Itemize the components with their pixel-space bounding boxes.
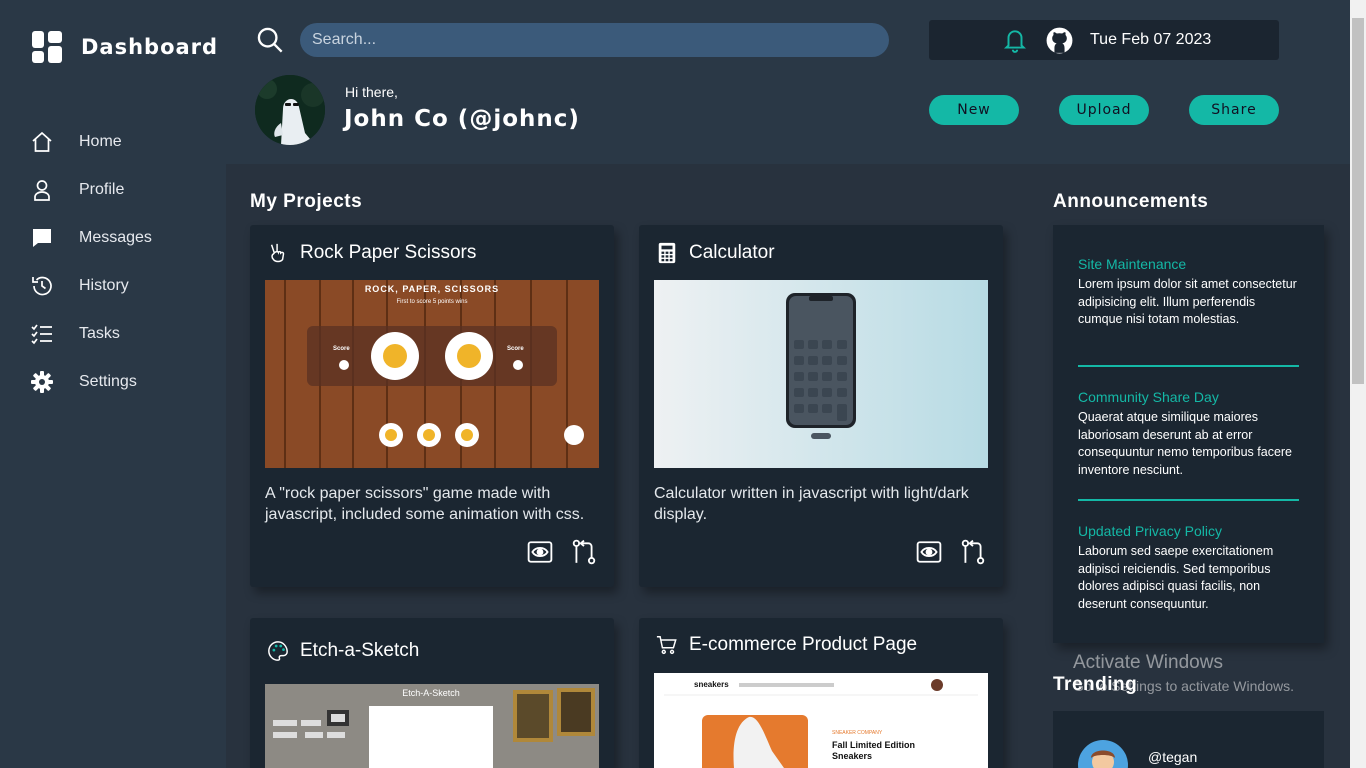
search-input[interactable] — [300, 23, 889, 57]
card-title[interactable]: E-commerce Product Page — [689, 634, 917, 656]
project-thumbnail[interactable]: Etch-A-Sketch — [265, 684, 599, 768]
eye-icon[interactable] — [916, 539, 942, 565]
rps-thumb-subtitle: First to score 5 points wins — [396, 299, 468, 305]
card-title[interactable]: Rock Paper Scissors — [300, 242, 476, 264]
sidebar: Dashboard Home Profile Messages History … — [0, 0, 226, 768]
rps-screenshot — [265, 280, 599, 468]
git-pull-request-icon[interactable] — [571, 539, 597, 565]
palette-icon — [268, 641, 288, 661]
current-date: Tue Feb 07 2023 — [1090, 31, 1212, 48]
announcement-title[interactable]: Updated Privacy Policy — [1078, 523, 1300, 539]
trending-handle[interactable]: @tegan — [1148, 749, 1197, 765]
divider — [1078, 499, 1299, 501]
sidebar-item-label: Messages — [79, 229, 152, 246]
rps-thumb-title: ROCK, PAPER, SCISSORS — [364, 284, 500, 294]
cart-icon — [656, 636, 677, 655]
tasks-icon — [31, 324, 52, 345]
announcements-panel: Site Maintenance Lorem ipsum dolor sit a… — [1053, 225, 1324, 643]
upload-button[interactable]: Upload — [1059, 95, 1149, 125]
trending-title: Trending — [1053, 674, 1138, 695]
trending-avatar[interactable] — [1078, 740, 1128, 768]
brand-title: Dashboard — [81, 35, 219, 59]
project-card: Calculator Calculator written in javascr… — [639, 225, 1003, 587]
sidebar-item-home[interactable]: Home — [30, 118, 152, 166]
sidebar-item-label: Settings — [79, 373, 137, 390]
github-icon[interactable] — [1046, 27, 1073, 54]
card-description: Calculator written in javascript with li… — [654, 485, 969, 523]
announcement-body: Lorem ipsum dolor sit amet consectetur a… — [1078, 277, 1297, 326]
new-button[interactable]: New — [929, 95, 1019, 125]
card-header: Calculator — [656, 242, 775, 264]
project-card: E-commerce Product Page sneakers SNEAKER… — [639, 618, 1003, 768]
card-header: Etch-a-Sketch — [267, 640, 419, 662]
project-card: Rock Paper Scissors ROCK, PAPER, SCISSOR… — [250, 225, 614, 587]
share-button[interactable]: Share — [1189, 95, 1279, 125]
project-thumbnail[interactable]: sneakers SNEAKER COMPANY Fall Limited Ed… — [654, 673, 988, 768]
sidebar-item-label: History — [79, 277, 129, 294]
announcement-item[interactable]: Community Share Day Quaerat atque simili… — [1078, 389, 1300, 479]
project-card: Etch-a-Sketch Etch-A-Sketch — [250, 618, 614, 768]
watermark-line-1: Activate Windows — [1073, 652, 1223, 673]
announcement-title[interactable]: Site Maintenance — [1078, 256, 1300, 272]
scrollbar-thumb[interactable] — [1352, 18, 1364, 384]
avatar[interactable] — [255, 75, 325, 145]
search-icon[interactable] — [256, 26, 284, 54]
etch-thumb-title: Etch-A-Sketch — [402, 688, 460, 698]
ecommerce-thumb-brand: sneakers — [694, 680, 729, 689]
trending-panel: @tegan — [1053, 711, 1324, 768]
git-pull-request-icon[interactable] — [960, 539, 986, 565]
card-header: E-commerce Product Page — [656, 634, 917, 656]
brand[interactable]: Dashboard — [32, 31, 218, 63]
eye-icon[interactable] — [527, 539, 553, 565]
history-icon — [32, 276, 52, 296]
announcement-title[interactable]: Community Share Day — [1078, 389, 1300, 405]
dashboard-icon — [32, 31, 62, 63]
hand-peace-icon — [270, 243, 285, 263]
announcement-item[interactable]: Updated Privacy Policy Laborum sed saepe… — [1078, 523, 1300, 613]
card-header: Rock Paper Scissors — [267, 242, 476, 264]
rps-score-label: Score — [333, 346, 350, 352]
card-description: A "rock paper scissors" game made with j… — [265, 485, 585, 523]
card-actions — [916, 539, 986, 565]
sidebar-item-settings[interactable]: Settings — [30, 358, 152, 406]
divider — [1078, 365, 1299, 367]
card-actions — [527, 539, 597, 565]
ghost-avatar-image — [255, 75, 325, 145]
user-avatar-image — [1091, 750, 1115, 768]
card-title[interactable]: Calculator — [689, 242, 775, 264]
project-thumbnail[interactable] — [654, 280, 988, 468]
status-bar: Tue Feb 07 2023 — [929, 20, 1279, 60]
sidebar-item-label: Profile — [79, 181, 125, 198]
calculator-screenshot — [654, 280, 988, 468]
ecommerce-thumb-company: SNEAKER COMPANY — [832, 730, 883, 736]
card-title[interactable]: Etch-a-Sketch — [300, 640, 419, 662]
sidebar-item-tasks[interactable]: Tasks — [30, 310, 152, 358]
username: John Co (@johnc) — [344, 106, 580, 132]
announcement-body: Quaerat atque similique maiores laborios… — [1078, 410, 1293, 477]
sidebar-item-label: Home — [79, 133, 122, 150]
sidebar-item-label: Tasks — [79, 325, 120, 342]
profile-icon — [34, 180, 50, 201]
announcement-body: Laborum sed saepe exercitationem adipisc… — [1078, 544, 1274, 611]
header: Tue Feb 07 2023 Hi there, John Co (@john… — [226, 0, 1350, 164]
greeting: Hi there, — [345, 84, 398, 100]
calculator-icon — [658, 242, 676, 264]
sidebar-item-profile[interactable]: Profile — [30, 166, 152, 214]
project-thumbnail[interactable]: ROCK, PAPER, SCISSORS First to score 5 p… — [265, 280, 599, 468]
ecommerce-thumb-product: Fall Limited Edition Sneakers — [832, 740, 915, 761]
announcements-title: Announcements — [1053, 191, 1209, 212]
bell-icon[interactable] — [1002, 27, 1028, 53]
sidebar-item-messages[interactable]: Messages — [30, 214, 152, 262]
home-icon — [32, 131, 52, 152]
gear-icon — [31, 371, 53, 393]
sidebar-nav: Home Profile Messages History Tasks Sett… — [30, 118, 152, 406]
rps-score-label: Score — [507, 346, 524, 352]
sidebar-item-history[interactable]: History — [30, 262, 152, 310]
projects-title: My Projects — [250, 191, 363, 212]
message-icon — [33, 229, 51, 247]
page-scrollbar[interactable] — [1350, 0, 1366, 768]
announcement-item[interactable]: Site Maintenance Lorem ipsum dolor sit a… — [1078, 256, 1300, 329]
